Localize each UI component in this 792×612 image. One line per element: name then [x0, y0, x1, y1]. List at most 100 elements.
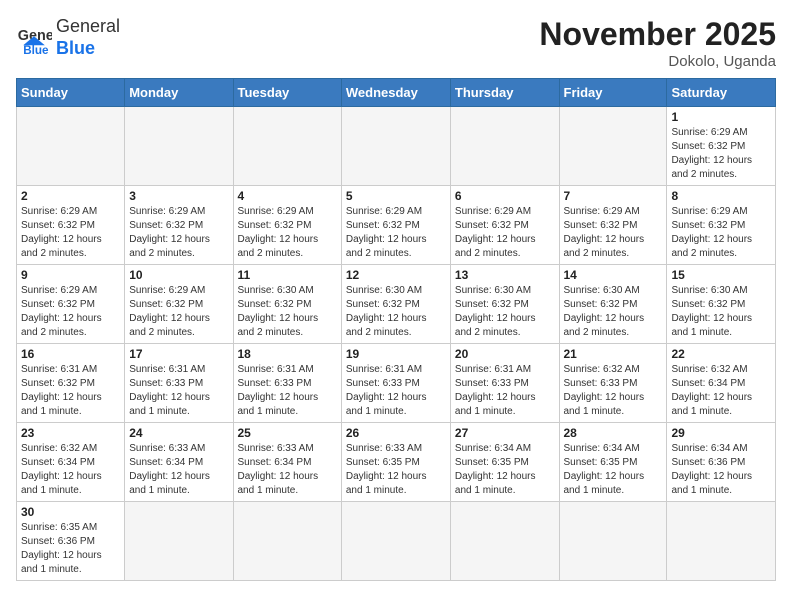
calendar-day-cell: 11Sunrise: 6:30 AM Sunset: 6:32 PM Dayli…: [233, 265, 341, 344]
calendar-day-cell: 21 Sunrise: 6:32 AM Sunset: 6:33 PM Dayli…: [559, 344, 667, 423]
day-info: Sunrise: 6:35 AM Sunset: 6:36 PM Dayligh…: [21, 521, 120, 577]
svg-text:Blue: Blue: [23, 44, 49, 56]
calendar-day-cell: 19 Sunrise: 6:31 AM Sunset: 6:33 PM Dayli…: [341, 344, 450, 423]
calendar-day-cell: [341, 107, 450, 186]
calendar-day-cell: 9 Sunrise: 6:29 AM Sunset: 6:32 PM Daylig…: [17, 265, 125, 344]
calendar-week-row: 9 Sunrise: 6:29 AM Sunset: 6:32 PM Daylig…: [17, 265, 776, 344]
day-info: Sunrise: 6:32 AM Sunset: 6:34 PM Dayligh…: [21, 442, 120, 498]
day-number: 29: [671, 426, 771, 440]
calendar-day-cell: [450, 502, 559, 581]
day-info: Sunrise: 6:29 AM Sunset: 6:32 PM Dayligh…: [21, 284, 120, 340]
day-number: 25: [238, 426, 337, 440]
logo-general-text: General: [56, 16, 120, 38]
logo: General Blue General Blue: [16, 16, 120, 59]
day-number: 6: [455, 189, 555, 203]
day-number: 3: [129, 189, 228, 203]
calendar-day-cell: [125, 107, 233, 186]
day-info: Sunrise: 6:31 AM Sunset: 6:32 PM Dayligh…: [21, 363, 120, 419]
calendar-day-cell: 4Sunrise: 6:29 AM Sunset: 6:32 PM Daylig…: [233, 186, 341, 265]
calendar-day-cell: 24Sunrise: 6:33 AM Sunset: 6:34 PM Dayli…: [125, 423, 233, 502]
calendar-day-cell: 29 Sunrise: 6:34 AM Sunset: 6:36 PM Dayli…: [667, 423, 776, 502]
day-info: Sunrise: 6:29 AM Sunset: 6:32 PM Dayligh…: [455, 205, 555, 261]
calendar-day-cell: [17, 107, 125, 186]
weekday-header-monday: Monday: [125, 79, 233, 107]
day-info: Sunrise: 6:29 AM Sunset: 6:32 PM Dayligh…: [129, 284, 228, 340]
day-number: 1: [671, 110, 771, 124]
calendar-day-cell: 26Sunrise: 6:33 AM Sunset: 6:35 PM Dayli…: [341, 423, 450, 502]
calendar-day-cell: 30Sunrise: 6:35 AM Sunset: 6:36 PM Dayli…: [17, 502, 125, 581]
day-number: 4: [238, 189, 337, 203]
day-info: Sunrise: 6:31 AM Sunset: 6:33 PM Dayligh…: [238, 363, 337, 419]
weekday-header-thursday: Thursday: [450, 79, 559, 107]
day-info: Sunrise: 6:29 AM Sunset: 6:32 PM Dayligh…: [671, 126, 771, 182]
day-info: Sunrise: 6:33 AM Sunset: 6:34 PM Dayligh…: [238, 442, 337, 498]
calendar-day-cell: 1 Sunrise: 6:29 AM Sunset: 6:32 PM Daylig…: [667, 107, 776, 186]
day-info: Sunrise: 6:32 AM Sunset: 6:34 PM Dayligh…: [671, 363, 771, 419]
calendar-day-cell: 16 Sunrise: 6:31 AM Sunset: 6:32 PM Dayli…: [17, 344, 125, 423]
day-info: Sunrise: 6:31 AM Sunset: 6:33 PM Dayligh…: [129, 363, 228, 419]
calendar-day-cell: 5Sunrise: 6:29 AM Sunset: 6:32 PM Daylig…: [341, 186, 450, 265]
day-info: Sunrise: 6:34 AM Sunset: 6:35 PM Dayligh…: [564, 442, 663, 498]
day-info: Sunrise: 6:31 AM Sunset: 6:33 PM Dayligh…: [455, 363, 555, 419]
calendar-day-cell: 14Sunrise: 6:30 AM Sunset: 6:32 PM Dayli…: [559, 265, 667, 344]
day-info: Sunrise: 6:31 AM Sunset: 6:33 PM Dayligh…: [346, 363, 446, 419]
calendar-day-cell: 8Sunrise: 6:29 AM Sunset: 6:32 PM Daylig…: [667, 186, 776, 265]
calendar-week-row: 23 Sunrise: 6:32 AM Sunset: 6:34 PM Dayli…: [17, 423, 776, 502]
calendar-week-row: 30Sunrise: 6:35 AM Sunset: 6:36 PM Dayli…: [17, 502, 776, 581]
calendar-week-row: 1 Sunrise: 6:29 AM Sunset: 6:32 PM Daylig…: [17, 107, 776, 186]
day-number: 12: [346, 268, 446, 282]
calendar-day-cell: 10 Sunrise: 6:29 AM Sunset: 6:32 PM Dayli…: [125, 265, 233, 344]
calendar-week-row: 2 Sunrise: 6:29 AM Sunset: 6:32 PM Daylig…: [17, 186, 776, 265]
calendar-day-cell: [559, 502, 667, 581]
calendar-day-cell: 17 Sunrise: 6:31 AM Sunset: 6:33 PM Dayli…: [125, 344, 233, 423]
day-number: 23: [21, 426, 120, 440]
day-info: Sunrise: 6:29 AM Sunset: 6:32 PM Dayligh…: [21, 205, 120, 261]
calendar-day-cell: 6 Sunrise: 6:29 AM Sunset: 6:32 PM Daylig…: [450, 186, 559, 265]
day-number: 7: [564, 189, 663, 203]
calendar-day-cell: [233, 502, 341, 581]
calendar-day-cell: [450, 107, 559, 186]
calendar-day-cell: 23 Sunrise: 6:32 AM Sunset: 6:34 PM Dayli…: [17, 423, 125, 502]
day-number: 19: [346, 347, 446, 361]
day-number: 9: [21, 268, 120, 282]
calendar-day-cell: [559, 107, 667, 186]
calendar-day-cell: 15 Sunrise: 6:30 AM Sunset: 6:32 PM Dayli…: [667, 265, 776, 344]
weekday-header-saturday: Saturday: [667, 79, 776, 107]
calendar-week-row: 16 Sunrise: 6:31 AM Sunset: 6:32 PM Dayli…: [17, 344, 776, 423]
day-info: Sunrise: 6:32 AM Sunset: 6:33 PM Dayligh…: [564, 363, 663, 419]
day-number: 27: [455, 426, 555, 440]
weekday-header-tuesday: Tuesday: [233, 79, 341, 107]
day-info: Sunrise: 6:34 AM Sunset: 6:36 PM Dayligh…: [671, 442, 771, 498]
day-number: 5: [346, 189, 446, 203]
calendar-day-cell: 12Sunrise: 6:30 AM Sunset: 6:32 PM Dayli…: [341, 265, 450, 344]
logo-icon: General Blue: [16, 20, 52, 56]
day-number: 22: [671, 347, 771, 361]
calendar-day-cell: [341, 502, 450, 581]
day-info: Sunrise: 6:33 AM Sunset: 6:35 PM Dayligh…: [346, 442, 446, 498]
day-number: 10: [129, 268, 228, 282]
day-number: 2: [21, 189, 120, 203]
location: Dokolo, Uganda: [539, 53, 776, 70]
month-title: November 2025: [539, 16, 776, 53]
calendar-day-cell: [233, 107, 341, 186]
calendar-day-cell: 20Sunrise: 6:31 AM Sunset: 6:33 PM Dayli…: [450, 344, 559, 423]
day-info: Sunrise: 6:30 AM Sunset: 6:32 PM Dayligh…: [671, 284, 771, 340]
day-info: Sunrise: 6:30 AM Sunset: 6:32 PM Dayligh…: [238, 284, 337, 340]
weekday-header-friday: Friday: [559, 79, 667, 107]
day-number: 21: [564, 347, 663, 361]
calendar-day-cell: 13Sunrise: 6:30 AM Sunset: 6:32 PM Dayli…: [450, 265, 559, 344]
calendar-day-cell: 3Sunrise: 6:29 AM Sunset: 6:32 PM Daylig…: [125, 186, 233, 265]
day-number: 16: [21, 347, 120, 361]
day-number: 17: [129, 347, 228, 361]
calendar-day-cell: 18Sunrise: 6:31 AM Sunset: 6:33 PM Dayli…: [233, 344, 341, 423]
day-info: Sunrise: 6:29 AM Sunset: 6:32 PM Dayligh…: [564, 205, 663, 261]
calendar-day-cell: 7 Sunrise: 6:29 AM Sunset: 6:32 PM Daylig…: [559, 186, 667, 265]
weekday-header-wednesday: Wednesday: [341, 79, 450, 107]
calendar-table: SundayMondayTuesdayWednesdayThursdayFrid…: [16, 78, 776, 581]
day-number: 15: [671, 268, 771, 282]
calendar-day-cell: 25 Sunrise: 6:33 AM Sunset: 6:34 PM Dayli…: [233, 423, 341, 502]
page-header: General Blue General Blue November 2025 …: [16, 16, 776, 70]
day-number: 13: [455, 268, 555, 282]
logo-blue-text: Blue: [56, 38, 120, 60]
day-number: 14: [564, 268, 663, 282]
